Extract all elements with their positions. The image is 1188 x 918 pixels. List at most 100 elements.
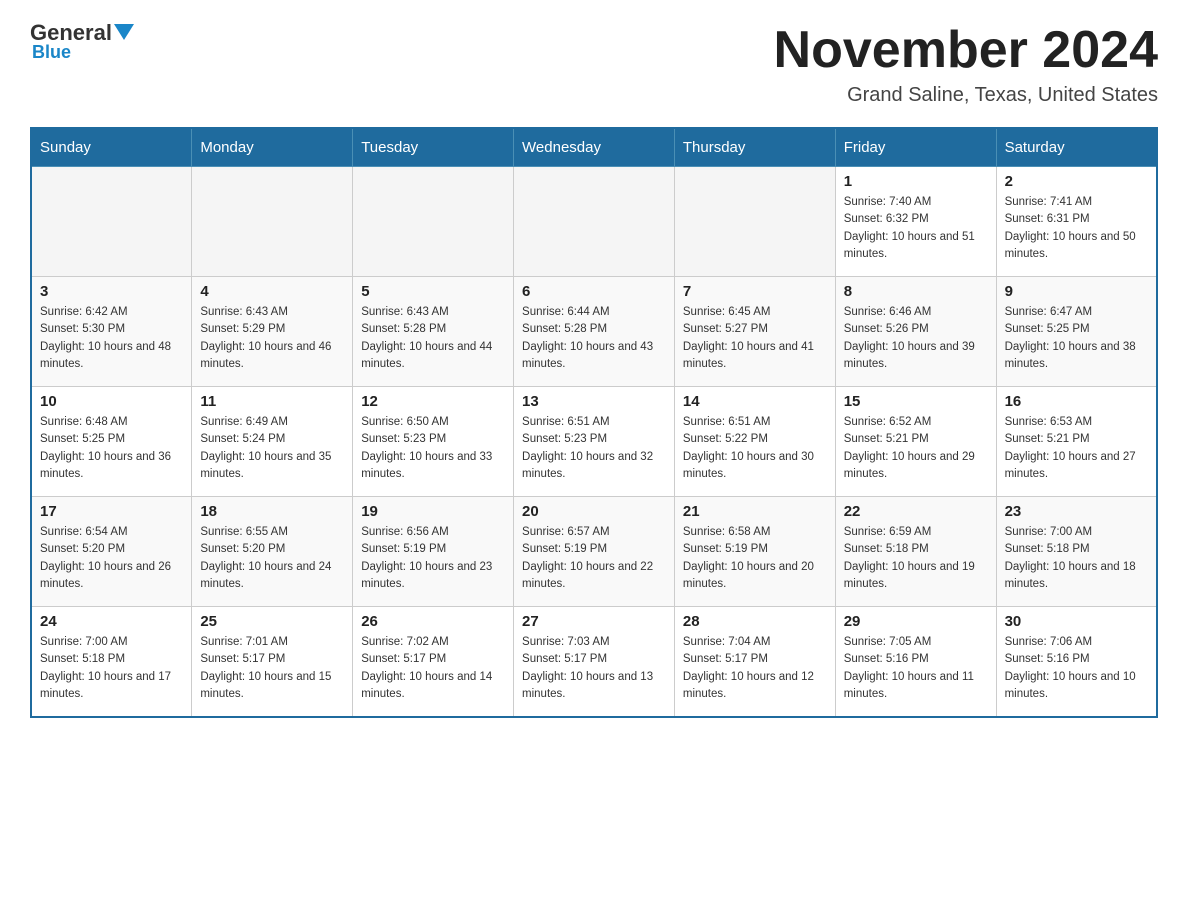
calendar-cell: 4 Sunrise: 6:43 AMSunset: 5:29 PMDaylight…	[192, 277, 353, 387]
day-info: Sunrise: 6:50 AMSunset: 5:23 PMDaylight:…	[361, 414, 505, 483]
day-info: Sunrise: 6:59 AMSunset: 5:18 PMDaylight:…	[844, 524, 988, 593]
calendar-cell: 11 Sunrise: 6:49 AMSunset: 5:24 PMDayligh…	[192, 387, 353, 497]
day-number: 4	[200, 283, 344, 300]
day-number: 28	[683, 613, 827, 630]
day-number: 24	[40, 613, 183, 630]
day-info: Sunrise: 7:41 AMSunset: 6:31 PMDaylight:…	[1005, 194, 1148, 263]
day-number: 15	[844, 393, 988, 410]
day-number: 14	[683, 393, 827, 410]
page-header: General Blue November 2024 Grand Saline,…	[30, 20, 1158, 107]
day-number: 29	[844, 613, 988, 630]
day-info: Sunrise: 7:05 AMSunset: 5:16 PMDaylight:…	[844, 634, 988, 703]
calendar-cell: 27 Sunrise: 7:03 AMSunset: 5:17 PMDayligh…	[514, 607, 675, 717]
calendar-cell: 19 Sunrise: 6:56 AMSunset: 5:19 PMDayligh…	[353, 497, 514, 607]
calendar-cell: 17 Sunrise: 6:54 AMSunset: 5:20 PMDayligh…	[31, 497, 192, 607]
day-info: Sunrise: 6:58 AMSunset: 5:19 PMDaylight:…	[683, 524, 827, 593]
calendar-cell: 3Sunrise: 6:42 AMSunset: 5:30 PMDaylight…	[31, 277, 192, 387]
day-number: 19	[361, 503, 505, 520]
calendar-cell: 12 Sunrise: 6:50 AMSunset: 5:23 PMDayligh…	[353, 387, 514, 497]
header-thursday: Thursday	[674, 128, 835, 167]
calendar-cell: 23 Sunrise: 7:00 AMSunset: 5:18 PMDayligh…	[996, 497, 1157, 607]
calendar-cell: 30Sunrise: 7:06 AMSunset: 5:16 PMDayligh…	[996, 607, 1157, 717]
day-info: Sunrise: 7:00 AMSunset: 5:18 PMDaylight:…	[1005, 524, 1148, 593]
day-number: 27	[522, 613, 666, 630]
calendar-table: Sunday Monday Tuesday Wednesday Thursday…	[30, 127, 1158, 718]
logo: General Blue	[30, 20, 134, 63]
day-number: 13	[522, 393, 666, 410]
calendar-cell: 28 Sunrise: 7:04 AMSunset: 5:17 PMDayligh…	[674, 607, 835, 717]
header-monday: Monday	[192, 128, 353, 167]
calendar-cell	[674, 167, 835, 277]
day-info: Sunrise: 7:01 AMSunset: 5:17 PMDaylight:…	[200, 634, 344, 703]
header-saturday: Saturday	[996, 128, 1157, 167]
day-number: 20	[522, 503, 666, 520]
day-info: Sunrise: 7:00 AMSunset: 5:18 PMDaylight:…	[40, 634, 183, 703]
day-number: 10	[40, 393, 183, 410]
calendar-cell: 9 Sunrise: 6:47 AMSunset: 5:25 PMDaylight…	[996, 277, 1157, 387]
day-number: 30	[1005, 613, 1148, 630]
day-info: Sunrise: 6:52 AMSunset: 5:21 PMDaylight:…	[844, 414, 988, 483]
day-number: 22	[844, 503, 988, 520]
day-number: 8	[844, 283, 988, 300]
calendar-cell: 14 Sunrise: 6:51 AMSunset: 5:22 PMDayligh…	[674, 387, 835, 497]
day-info: Sunrise: 6:49 AMSunset: 5:24 PMDaylight:…	[200, 414, 344, 483]
calendar-cell: 21 Sunrise: 6:58 AMSunset: 5:19 PMDayligh…	[674, 497, 835, 607]
calendar-header-row: Sunday Monday Tuesday Wednesday Thursday…	[31, 128, 1157, 167]
day-number: 23	[1005, 503, 1148, 520]
day-info: Sunrise: 6:53 AMSunset: 5:21 PMDaylight:…	[1005, 414, 1148, 483]
calendar-cell: 22 Sunrise: 6:59 AMSunset: 5:18 PMDayligh…	[835, 497, 996, 607]
title-section: November 2024 Grand Saline, Texas, Unite…	[774, 20, 1158, 107]
logo-triangle-icon	[114, 24, 134, 40]
calendar-week-row: 1 Sunrise: 7:40 AMSunset: 6:32 PMDaylight…	[31, 167, 1157, 277]
calendar-cell: 6 Sunrise: 6:44 AMSunset: 5:28 PMDaylight…	[514, 277, 675, 387]
day-info: Sunrise: 6:55 AMSunset: 5:20 PMDaylight:…	[200, 524, 344, 593]
day-info: Sunrise: 6:43 AMSunset: 5:29 PMDaylight:…	[200, 304, 344, 373]
calendar-cell: 13Sunrise: 6:51 AMSunset: 5:23 PMDayligh…	[514, 387, 675, 497]
calendar-cell: 26 Sunrise: 7:02 AMSunset: 5:17 PMDayligh…	[353, 607, 514, 717]
day-info: Sunrise: 7:02 AMSunset: 5:17 PMDaylight:…	[361, 634, 505, 703]
day-number: 5	[361, 283, 505, 300]
day-info: Sunrise: 6:54 AMSunset: 5:20 PMDaylight:…	[40, 524, 183, 593]
calendar-cell: 10Sunrise: 6:48 AMSunset: 5:25 PMDayligh…	[31, 387, 192, 497]
day-number: 16	[1005, 393, 1148, 410]
day-info: Sunrise: 6:42 AMSunset: 5:30 PMDaylight:…	[40, 304, 183, 373]
header-friday: Friday	[835, 128, 996, 167]
day-number: 18	[200, 503, 344, 520]
calendar-cell: 25Sunrise: 7:01 AMSunset: 5:17 PMDayligh…	[192, 607, 353, 717]
day-info: Sunrise: 6:46 AMSunset: 5:26 PMDaylight:…	[844, 304, 988, 373]
day-info: Sunrise: 6:43 AMSunset: 5:28 PMDaylight:…	[361, 304, 505, 373]
month-title: November 2024	[774, 20, 1158, 80]
calendar-cell: 15 Sunrise: 6:52 AMSunset: 5:21 PMDayligh…	[835, 387, 996, 497]
calendar-cell	[31, 167, 192, 277]
day-number: 11	[200, 393, 344, 410]
calendar-cell: 1 Sunrise: 7:40 AMSunset: 6:32 PMDaylight…	[835, 167, 996, 277]
calendar-cell: 7Sunrise: 6:45 AMSunset: 5:27 PMDaylight…	[674, 277, 835, 387]
calendar-week-row: 3Sunrise: 6:42 AMSunset: 5:30 PMDaylight…	[31, 277, 1157, 387]
calendar-cell: 18 Sunrise: 6:55 AMSunset: 5:20 PMDayligh…	[192, 497, 353, 607]
location: Grand Saline, Texas, United States	[774, 84, 1158, 107]
calendar-cell: 20Sunrise: 6:57 AMSunset: 5:19 PMDayligh…	[514, 497, 675, 607]
day-info: Sunrise: 6:51 AMSunset: 5:22 PMDaylight:…	[683, 414, 827, 483]
calendar-cell	[514, 167, 675, 277]
day-number: 12	[361, 393, 505, 410]
day-info: Sunrise: 7:03 AMSunset: 5:17 PMDaylight:…	[522, 634, 666, 703]
day-info: Sunrise: 6:44 AMSunset: 5:28 PMDaylight:…	[522, 304, 666, 373]
day-number: 21	[683, 503, 827, 520]
day-number: 6	[522, 283, 666, 300]
day-number: 1	[844, 173, 988, 190]
logo-blue: Blue	[32, 42, 71, 63]
calendar-cell: 24 Sunrise: 7:00 AMSunset: 5:18 PMDayligh…	[31, 607, 192, 717]
day-info: Sunrise: 7:40 AMSunset: 6:32 PMDaylight:…	[844, 194, 988, 263]
calendar-cell: 16 Sunrise: 6:53 AMSunset: 5:21 PMDayligh…	[996, 387, 1157, 497]
calendar-week-row: 10Sunrise: 6:48 AMSunset: 5:25 PMDayligh…	[31, 387, 1157, 497]
day-info: Sunrise: 6:45 AMSunset: 5:27 PMDaylight:…	[683, 304, 827, 373]
header-wednesday: Wednesday	[514, 128, 675, 167]
day-number: 17	[40, 503, 183, 520]
day-info: Sunrise: 6:56 AMSunset: 5:19 PMDaylight:…	[361, 524, 505, 593]
day-number: 9	[1005, 283, 1148, 300]
header-tuesday: Tuesday	[353, 128, 514, 167]
calendar-cell	[353, 167, 514, 277]
day-info: Sunrise: 6:47 AMSunset: 5:25 PMDaylight:…	[1005, 304, 1148, 373]
day-info: Sunrise: 7:04 AMSunset: 5:17 PMDaylight:…	[683, 634, 827, 703]
day-number: 26	[361, 613, 505, 630]
